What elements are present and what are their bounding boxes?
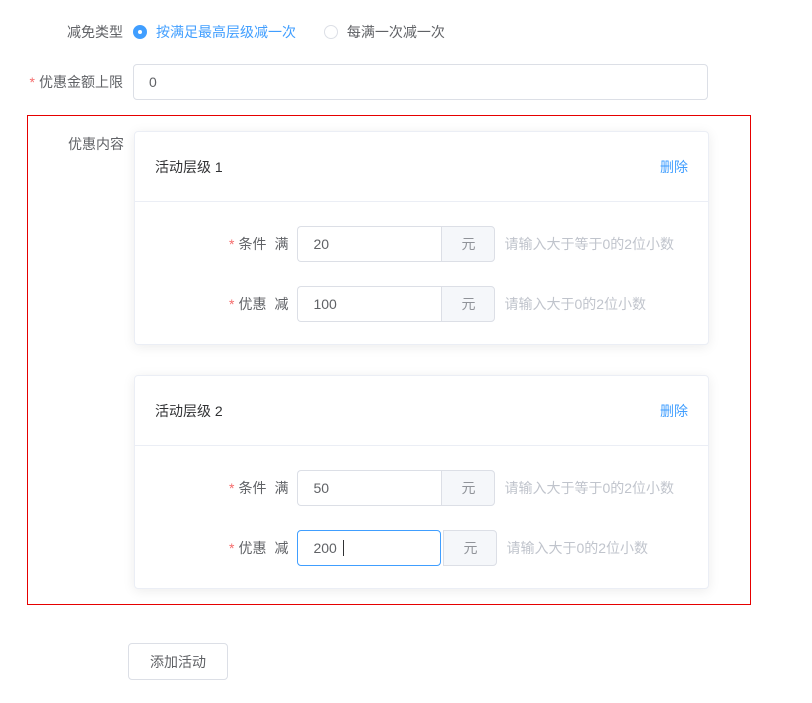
condition-prefix: 满 — [274, 234, 288, 254]
tier-2-condition-row: * 条件 满 元 请输入大于等于0的2位小数 — [155, 470, 688, 506]
reduction-type-row: 减免类型 按满足最高层级减一次 每满一次减一次 — [0, 22, 812, 42]
discount-label: 优惠 — [238, 538, 266, 558]
tier-1-condition-row: * 条件 满 元 请输入大于等于0的2位小数 — [155, 226, 688, 262]
unit-yuan: 元 — [441, 226, 495, 262]
tier-2-discount-input-group: 元 — [297, 530, 497, 566]
unit-yuan: 元 — [441, 286, 495, 322]
tier-2-condition-input-group: 元 — [297, 470, 495, 506]
condition-label: 条件 — [238, 234, 266, 254]
required-asterisk: * — [229, 480, 234, 496]
tier-card-2: 活动层级 2 删除 * 条件 满 元 请输入大于等于0的2位小数 * 优惠 — [134, 375, 709, 589]
condition-prefix: 满 — [274, 478, 288, 498]
tier-card-2-delete-button[interactable]: 删除 — [660, 401, 688, 421]
tier-1-discount-input[interactable] — [297, 286, 441, 322]
text-caret — [343, 540, 344, 556]
tier-1-discount-row: * 优惠 减 元 请输入大于0的2位小数 — [155, 286, 688, 322]
condition-hint: 请输入大于等于0的2位小数 — [504, 478, 674, 498]
radio-highest-tier-once[interactable]: 按满足最高层级减一次 — [133, 22, 296, 42]
discount-cap-input[interactable] — [133, 64, 708, 100]
tier-card-1-header: 活动层级 1 删除 — [135, 132, 708, 202]
add-activity-button[interactable]: 添加活动 — [128, 643, 228, 680]
tier-cards: 活动层级 1 删除 * 条件 满 元 请输入大于等于0的2位小数 * 优惠 — [134, 131, 709, 589]
reduction-type-radio-group: 按满足最高层级减一次 每满一次减一次 — [133, 22, 469, 42]
tier-card-2-title: 活动层级 2 — [155, 401, 223, 421]
tier-card-2-body: * 条件 满 元 请输入大于等于0的2位小数 * 优惠 减 — [135, 446, 708, 588]
discount-label: 优惠 — [238, 294, 266, 314]
tier-card-1: 活动层级 1 删除 * 条件 满 元 请输入大于等于0的2位小数 * 优惠 — [134, 131, 709, 345]
tier-1-condition-input-group: 元 — [297, 226, 495, 262]
unit-yuan: 元 — [443, 530, 497, 566]
discount-cap-row: *优惠金额上限 — [0, 64, 812, 100]
tier-card-1-title: 活动层级 1 — [155, 157, 223, 177]
required-asterisk: * — [229, 296, 234, 312]
tier-2-discount-row: * 优惠 减 元 请输入大于0的2位小数 — [155, 530, 688, 566]
required-asterisk: * — [30, 74, 35, 90]
discount-cap-label: *优惠金额上限 — [0, 73, 133, 91]
condition-label: 条件 — [238, 478, 266, 498]
discount-hint: 请输入大于0的2位小数 — [504, 294, 646, 314]
radio-unselected-icon — [324, 25, 338, 39]
radio-selected-icon — [133, 25, 147, 39]
tier-card-2-header: 活动层级 2 删除 — [135, 376, 708, 446]
tier-card-1-body: * 条件 满 元 请输入大于等于0的2位小数 * 优惠 减 元 — [135, 202, 708, 344]
discount-prefix: 减 — [274, 294, 288, 314]
required-asterisk: * — [229, 540, 234, 556]
discount-content-label: 优惠内容 — [28, 131, 134, 589]
discount-prefix: 减 — [274, 538, 288, 558]
discount-hint: 请输入大于0的2位小数 — [506, 538, 648, 558]
tier-card-1-delete-button[interactable]: 删除 — [660, 157, 688, 177]
radio-highest-tier-once-label: 按满足最高层级减一次 — [156, 22, 296, 42]
unit-yuan: 元 — [441, 470, 495, 506]
tier-1-discount-input-group: 元 — [297, 286, 495, 322]
radio-every-time-label: 每满一次减一次 — [347, 22, 445, 42]
required-asterisk: * — [229, 236, 234, 252]
discount-content-section: 优惠内容 活动层级 1 删除 * 条件 满 元 请输入大于等于0的2位小数 — [27, 115, 751, 605]
radio-every-time[interactable]: 每满一次减一次 — [324, 22, 445, 42]
tier-1-condition-input[interactable] — [297, 226, 441, 262]
condition-hint: 请输入大于等于0的2位小数 — [504, 234, 674, 254]
tier-2-discount-input-focused[interactable] — [297, 530, 441, 566]
reduction-type-label: 减免类型 — [0, 23, 133, 41]
tier-2-condition-input[interactable] — [297, 470, 441, 506]
